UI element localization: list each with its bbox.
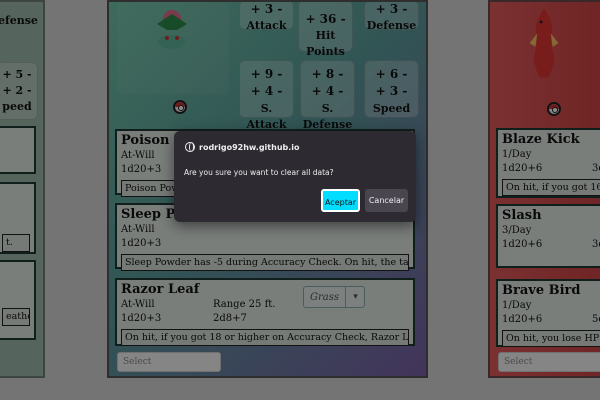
cancel-button[interactable]: Cancelar (365, 189, 408, 212)
accept-button[interactable]: Aceptar (321, 189, 360, 212)
confirm-dialog: rodrigo92hw.github.io Are you sure you w… (174, 131, 416, 222)
dialog-origin: rodrigo92hw.github.io (185, 142, 300, 152)
dialog-message: Are you sure you want to clear all data? (184, 168, 334, 177)
globe-icon (185, 142, 195, 152)
